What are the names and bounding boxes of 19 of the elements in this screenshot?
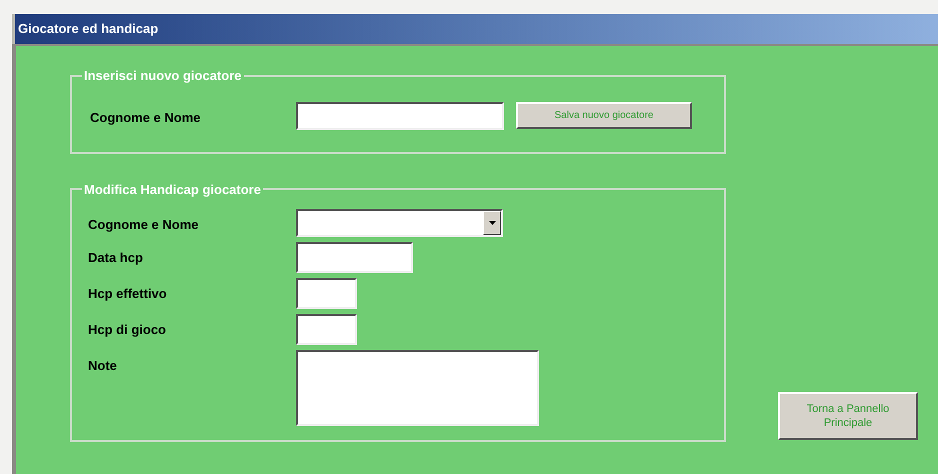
- input-field[interactable]: [296, 314, 357, 345]
- save-button[interactable]: Salva nuovo giocatore: [516, 102, 692, 128]
- field-label: Cognome e Nome: [88, 216, 200, 234]
- field-label: Hcp effettivo: [88, 285, 168, 303]
- window-title: Giocatore ed handicap: [18, 20, 158, 38]
- input-field[interactable]: [296, 102, 504, 130]
- back-button[interactable]: Torna a Pannello Principale: [778, 392, 918, 440]
- group-title: Modifica Handicap giocatore: [83, 180, 262, 199]
- dropdown-field[interactable]: [296, 209, 503, 237]
- field-label: Note: [88, 357, 118, 375]
- notes-field[interactable]: [296, 350, 539, 426]
- field-label: Hcp di gioco: [88, 321, 167, 339]
- field-label: Cognome e Nome: [89, 108, 202, 127]
- dropdown-button[interactable]: [483, 211, 501, 235]
- group-title: Inserisci nuovo giocatore: [83, 67, 242, 85]
- input-field[interactable]: [296, 242, 413, 273]
- input-field[interactable]: [296, 278, 357, 309]
- field-label: Data hcp: [88, 249, 144, 267]
- caret-icon: [488, 221, 496, 225]
